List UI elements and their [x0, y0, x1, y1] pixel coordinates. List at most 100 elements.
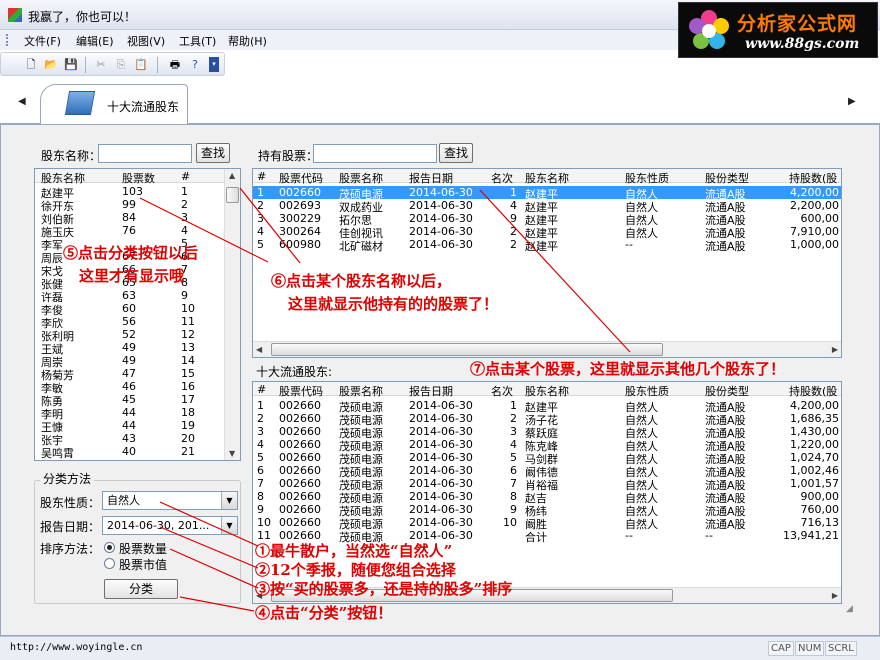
holdings-table[interactable]: # 股票代码 股票名称 报告日期 名次 股东名称 股东性质 股份类型 持股数(股 ◀ ▶ 1 00… — [252, 168, 842, 358]
tab-top10-holders[interactable]: 十大流通股东 — [40, 84, 188, 125]
toolbar: 🗋 📂 💾 ✂ ⎘ 📋 🖶 ? ▾ — [0, 52, 225, 76]
holder-list-row[interactable]: 刘伯新 84 3 — [35, 211, 240, 226]
col-holder-nature[interactable]: 股东性质 — [625, 170, 669, 186]
holder-list-row[interactable]: 许磊 63 9 — [35, 289, 240, 304]
table-row[interactable]: 1 002660 茂硕电源 2014-06-30 1 赵建平 自然人 流通A股 4,200,00 — [253, 399, 841, 414]
menu-tools[interactable]: 工具(T) — [179, 33, 216, 49]
holder-list-row[interactable]: 周崇 49 14 — [35, 354, 240, 369]
scroll-up-icon[interactable]: ▲ — [229, 171, 235, 180]
holder-list-row[interactable]: 吴鸣霄 40 21 — [35, 445, 240, 460]
table-row[interactable]: 4 300264 佳创视讯 2014-06-30 2 赵建平 自然人 流通A股 7,910,00 — [253, 225, 841, 240]
holder-list[interactable]: 股东名称 股票数 # ▲ ▼ 赵建平 103 1 徐开东 99 2 刘伯新 84 3 施玉庆 76 4… — [34, 168, 241, 461]
holding-search-button[interactable]: 查找 — [439, 143, 473, 163]
holding-stock-input[interactable] — [313, 144, 437, 163]
report-date-cell: 2014-06-30 — [409, 412, 473, 425]
holder-list-row[interactable]: 王慷 44 19 — [35, 419, 240, 434]
holdings-hscrollbar[interactable]: ◀ ▶ — [253, 341, 841, 357]
col-stock-code[interactable]: 股票代码 — [279, 383, 323, 399]
holder-search-button[interactable]: 查找 — [196, 143, 230, 163]
col-report-date[interactable]: 报告日期 — [409, 383, 453, 399]
rank-cell: 5 — [510, 451, 517, 464]
holding-stock-label: 持有股票： — [258, 149, 319, 163]
col-index[interactable]: # — [181, 170, 190, 183]
resize-grip-icon[interactable]: ◢ — [846, 604, 858, 616]
table-row[interactable]: 4 002660 茂硕电源 2014-06-30 4 陈克峰 自然人 流通A股 1,220,00 — [253, 438, 841, 453]
scroll-right-icon[interactable]: ▶ — [832, 591, 838, 600]
scroll-thumb[interactable] — [271, 343, 663, 356]
table-row[interactable]: 5 600980 北矿磁材 2014-06-30 2 赵建平 -- 流通A股 1,000,00 — [253, 238, 841, 253]
scroll-right-icon[interactable]: ▶ — [832, 345, 838, 354]
table-row[interactable]: 10 002660 茂硕电源 2014-06-30 10 阚胜 自然人 流通A股 716,13 — [253, 516, 841, 531]
col-share-count[interactable]: 持股数(股 — [789, 170, 837, 186]
chevron-down-icon[interactable]: ▼ — [221, 492, 237, 509]
holder-list-row[interactable]: 施玉庆 76 4 — [35, 224, 240, 239]
save-icon[interactable]: 💾 — [63, 57, 79, 72]
menu-edit[interactable]: 编辑(E) — [76, 33, 114, 49]
holder-list-row[interactable]: 李敏 46 16 — [35, 380, 240, 395]
col-share-type[interactable]: 股份类型 — [705, 383, 749, 399]
table-row[interactable]: 3 002660 茂硕电源 2014-06-30 3 蔡跃庭 自然人 流通A股 1,430,00 — [253, 425, 841, 440]
col-stock-name[interactable]: 股票名称 — [339, 383, 383, 399]
tab-scroll-left-icon[interactable]: ◀ — [18, 96, 26, 107]
toolbar-overflow-icon[interactable]: ▾ — [209, 57, 219, 72]
table-row[interactable]: 2 002693 双成药业 2014-06-30 4 赵建平 自然人 流通A股 2,200,00 — [253, 199, 841, 214]
copy-icon[interactable]: ⎘ — [113, 57, 129, 72]
col-row-index[interactable]: # — [257, 383, 266, 396]
print-icon[interactable]: 🖶 — [167, 57, 183, 72]
col-holder-name[interactable]: 股东名称 — [525, 383, 569, 399]
holder-list-row[interactable]: 赵建平 103 1 — [35, 185, 240, 200]
holder-list-row[interactable]: 张宇 43 20 — [35, 432, 240, 447]
classify-button[interactable]: 分类 — [104, 579, 178, 599]
table-row[interactable]: 9 002660 茂硕电源 2014-06-30 9 杨纬 自然人 流通A股 760,00 — [253, 503, 841, 518]
menu-file[interactable]: 文件(F) — [24, 33, 61, 49]
col-row-index[interactable]: # — [257, 170, 266, 183]
col-stock-count[interactable]: 股票数 — [122, 170, 155, 186]
chevron-down-icon[interactable]: ▼ — [221, 517, 237, 534]
table-row[interactable]: 5 002660 茂硕电源 2014-06-30 5 马剑群 自然人 流通A股 1,024,70 — [253, 451, 841, 466]
holder-list-row[interactable]: 李明 44 18 — [35, 406, 240, 421]
col-share-type[interactable]: 股份类型 — [705, 170, 749, 186]
col-share-count[interactable]: 持股数(股 — [789, 383, 837, 399]
paste-icon[interactable]: 📋 — [133, 57, 149, 72]
sort-by-value-radio[interactable] — [104, 558, 115, 569]
col-holder-name[interactable]: 股东名称 — [525, 170, 569, 186]
holder-list-row[interactable]: 陈勇 45 17 — [35, 393, 240, 408]
report-date-select[interactable]: 2014-06-30, 201... ▼ — [102, 516, 238, 535]
table-row[interactable]: 8 002660 茂硕电源 2014-06-30 8 赵吉 自然人 流通A股 900,00 — [253, 490, 841, 505]
col-rank[interactable]: 名次 — [491, 383, 513, 399]
col-holder-nature[interactable]: 股东性质 — [625, 383, 669, 399]
sort-by-value-label[interactable]: 股票市值 — [119, 556, 167, 573]
col-rank[interactable]: 名次 — [491, 170, 513, 186]
menu-view[interactable]: 视图(V) — [127, 33, 165, 49]
holder-list-row[interactable]: 李欣 56 11 — [35, 315, 240, 330]
holder-nature-select[interactable]: 自然人 ▼ — [102, 491, 238, 510]
holder-list-row[interactable]: 徐开东 99 2 — [35, 198, 240, 213]
open-icon[interactable]: 📂 — [43, 57, 59, 72]
cut-icon[interactable]: ✂ — [93, 57, 109, 72]
report-date-cell: 2014-06-30 — [409, 212, 473, 225]
share-count-cell: 1,220,00 — [790, 438, 839, 451]
col-holder-name[interactable]: 股东名称 — [41, 170, 85, 186]
col-stock-name[interactable]: 股票名称 — [339, 170, 383, 186]
holder-list-row[interactable]: 张利明 52 12 — [35, 328, 240, 343]
tab-scroll-right-icon[interactable]: ▶ — [848, 96, 856, 107]
status-bar: http://www.woyingle.cn CAP NUM SCRL — [0, 636, 880, 660]
col-report-date[interactable]: 报告日期 — [409, 170, 453, 186]
sort-by-quantity-radio[interactable] — [104, 542, 115, 553]
scroll-left-icon[interactable]: ◀ — [256, 345, 262, 354]
table-row[interactable]: 3 300229 拓尔思 2014-06-30 9 赵建平 自然人 流通A股 600,00 — [253, 212, 841, 227]
holder-list-row[interactable]: 杨菊芳 47 15 — [35, 367, 240, 382]
table-row[interactable]: 7 002660 茂硕电源 2014-06-30 7 肖裕福 自然人 流通A股 1,001,57 — [253, 477, 841, 492]
help-icon[interactable]: ? — [187, 57, 203, 72]
holder-list-row[interactable]: 李俊 60 10 — [35, 302, 240, 317]
holder-name-input[interactable] — [98, 144, 192, 163]
menu-help[interactable]: 帮助(H) — [228, 33, 267, 49]
holder-list-row[interactable]: 王斌 49 13 — [35, 341, 240, 356]
share-count-cell: 1,686,35 — [790, 412, 839, 425]
table-row[interactable]: 2 002660 茂硕电源 2014-06-30 2 汤子花 自然人 流通A股 1,686,35 — [253, 412, 841, 427]
sort-by-quantity-label[interactable]: 股票数量 — [119, 540, 167, 557]
table-row[interactable]: 1 002660 茂硕电源 2014-06-30 1 赵建平 自然人 流通A股 4,200,00 — [253, 186, 841, 201]
table-row[interactable]: 6 002660 茂硕电源 2014-06-30 6 阚伟德 自然人 流通A股 1,002,46 — [253, 464, 841, 479]
new-icon[interactable]: 🗋 — [23, 57, 39, 72]
col-stock-code[interactable]: 股票代码 — [279, 170, 323, 186]
